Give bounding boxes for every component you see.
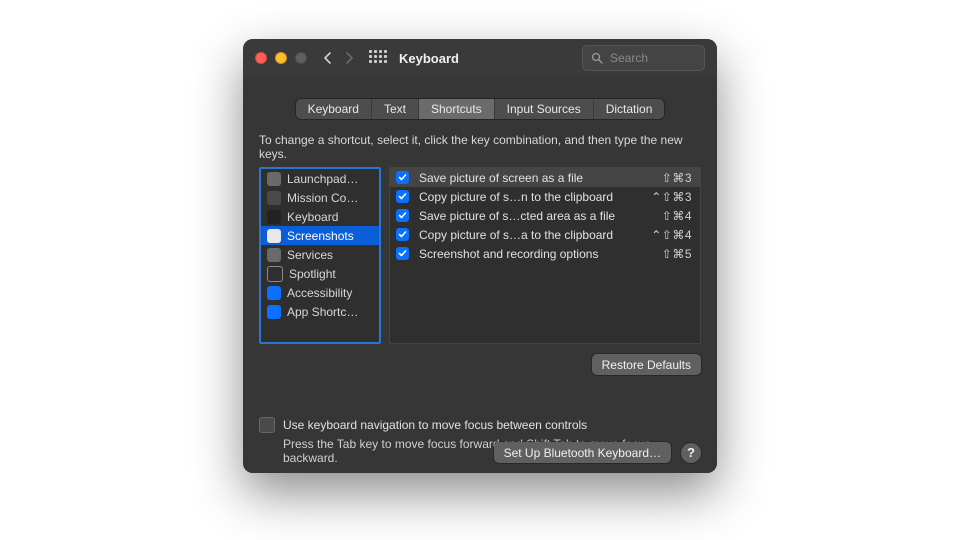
category-spotlight[interactable]: Spotlight [261, 264, 379, 283]
tab-dictation[interactable]: Dictation [594, 99, 665, 119]
shortcut-list[interactable]: Save picture of screen as a file ⇧⌘3 Cop… [389, 167, 701, 344]
shortcut-row[interactable]: Copy picture of s…a to the clipboard ⌃⇧⌘… [390, 225, 700, 244]
keyboard-icon [267, 210, 281, 224]
category-launchpad[interactable]: Launchpad… [261, 169, 379, 188]
search-icon [591, 52, 603, 64]
tab-shortcuts[interactable]: Shortcuts [419, 99, 495, 119]
shortcut-row[interactable]: Save picture of screen as a file ⇧⌘3 [390, 168, 700, 187]
category-label: Services [287, 248, 333, 262]
checkbox-checked[interactable] [396, 247, 409, 260]
shortcut-keys[interactable]: ⇧⌘4 [662, 209, 692, 223]
tab-text[interactable]: Text [372, 99, 419, 119]
preferences-window: Keyboard Keyboard Text Shortcuts Input S… [243, 39, 717, 473]
shortcut-label: Copy picture of s…n to the clipboard [419, 190, 651, 204]
category-label: Keyboard [287, 210, 338, 224]
shortcut-row[interactable]: Save picture of s…cted area as a file ⇧⌘… [390, 206, 700, 225]
category-label: Accessibility [287, 286, 352, 300]
shortcut-label: Save picture of s…cted area as a file [419, 209, 662, 223]
category-mission-control[interactable]: Mission Co… [261, 188, 379, 207]
services-icon [267, 248, 281, 262]
shortcut-label: Copy picture of s…a to the clipboard [419, 228, 651, 242]
checkbox-checked[interactable] [396, 209, 409, 222]
mission-control-icon [267, 191, 281, 205]
show-all-icon[interactable] [369, 50, 385, 66]
titlebar: Keyboard [243, 39, 717, 78]
instruction-text: To change a shortcut, select it, click t… [259, 133, 701, 161]
back-button[interactable] [317, 48, 337, 68]
minimize-button[interactable] [275, 52, 287, 64]
shortcut-row[interactable]: Copy picture of s…n to the clipboard ⌃⇧⌘… [390, 187, 700, 206]
shortcut-keys[interactable]: ⇧⌘3 [662, 171, 692, 185]
window-title: Keyboard [399, 51, 459, 66]
spotlight-icon [267, 266, 283, 282]
shortcut-label: Save picture of screen as a file [419, 171, 662, 185]
search-field[interactable] [582, 45, 705, 71]
tab-bar: Keyboard Text Shortcuts Input Sources Di… [243, 99, 717, 119]
restore-defaults-button[interactable]: Restore Defaults [592, 354, 701, 375]
shortcut-label: Screenshot and recording options [419, 247, 662, 261]
zoom-button-disabled [295, 52, 307, 64]
help-button[interactable]: ? [681, 443, 701, 463]
shortcut-keys[interactable]: ⌃⇧⌘4 [651, 228, 692, 242]
category-label: Launchpad… [287, 172, 358, 186]
setup-bluetooth-keyboard-button[interactable]: Set Up Bluetooth Keyboard… [494, 442, 671, 463]
window-controls [255, 52, 307, 64]
shortcut-keys[interactable]: ⇧⌘5 [662, 247, 692, 261]
keyboard-nav-checkbox[interactable] [259, 417, 275, 433]
category-label: Mission Co… [287, 191, 358, 205]
category-keyboard[interactable]: Keyboard [261, 207, 379, 226]
close-button[interactable] [255, 52, 267, 64]
checkbox-checked[interactable] [396, 171, 409, 184]
forward-button [339, 48, 359, 68]
category-label: App Shortc… [287, 305, 358, 319]
screenshots-icon [267, 229, 281, 243]
search-input[interactable] [608, 50, 696, 66]
shortcut-keys[interactable]: ⌃⇧⌘3 [651, 190, 692, 204]
category-list[interactable]: Launchpad… Mission Co… Keyboard Screensh… [259, 167, 381, 344]
pane-body: Keyboard Text Shortcuts Input Sources Di… [243, 77, 717, 473]
category-app-shortcuts[interactable]: App Shortc… [261, 302, 379, 321]
tab-keyboard[interactable]: Keyboard [296, 99, 372, 119]
accessibility-icon [267, 286, 281, 300]
checkbox-checked[interactable] [396, 190, 409, 203]
checkbox-checked[interactable] [396, 228, 409, 241]
category-label: Screenshots [287, 229, 354, 243]
category-screenshots[interactable]: Screenshots [261, 226, 379, 245]
category-services[interactable]: Services [261, 245, 379, 264]
category-accessibility[interactable]: Accessibility [261, 283, 379, 302]
category-label: Spotlight [289, 267, 336, 281]
shortcut-row[interactable]: Screenshot and recording options ⇧⌘5 [390, 244, 700, 263]
tab-input-sources[interactable]: Input Sources [495, 99, 594, 119]
launchpad-icon [267, 172, 281, 186]
keyboard-nav-label: Use keyboard navigation to move focus be… [283, 418, 587, 432]
app-shortcuts-icon [267, 305, 281, 319]
